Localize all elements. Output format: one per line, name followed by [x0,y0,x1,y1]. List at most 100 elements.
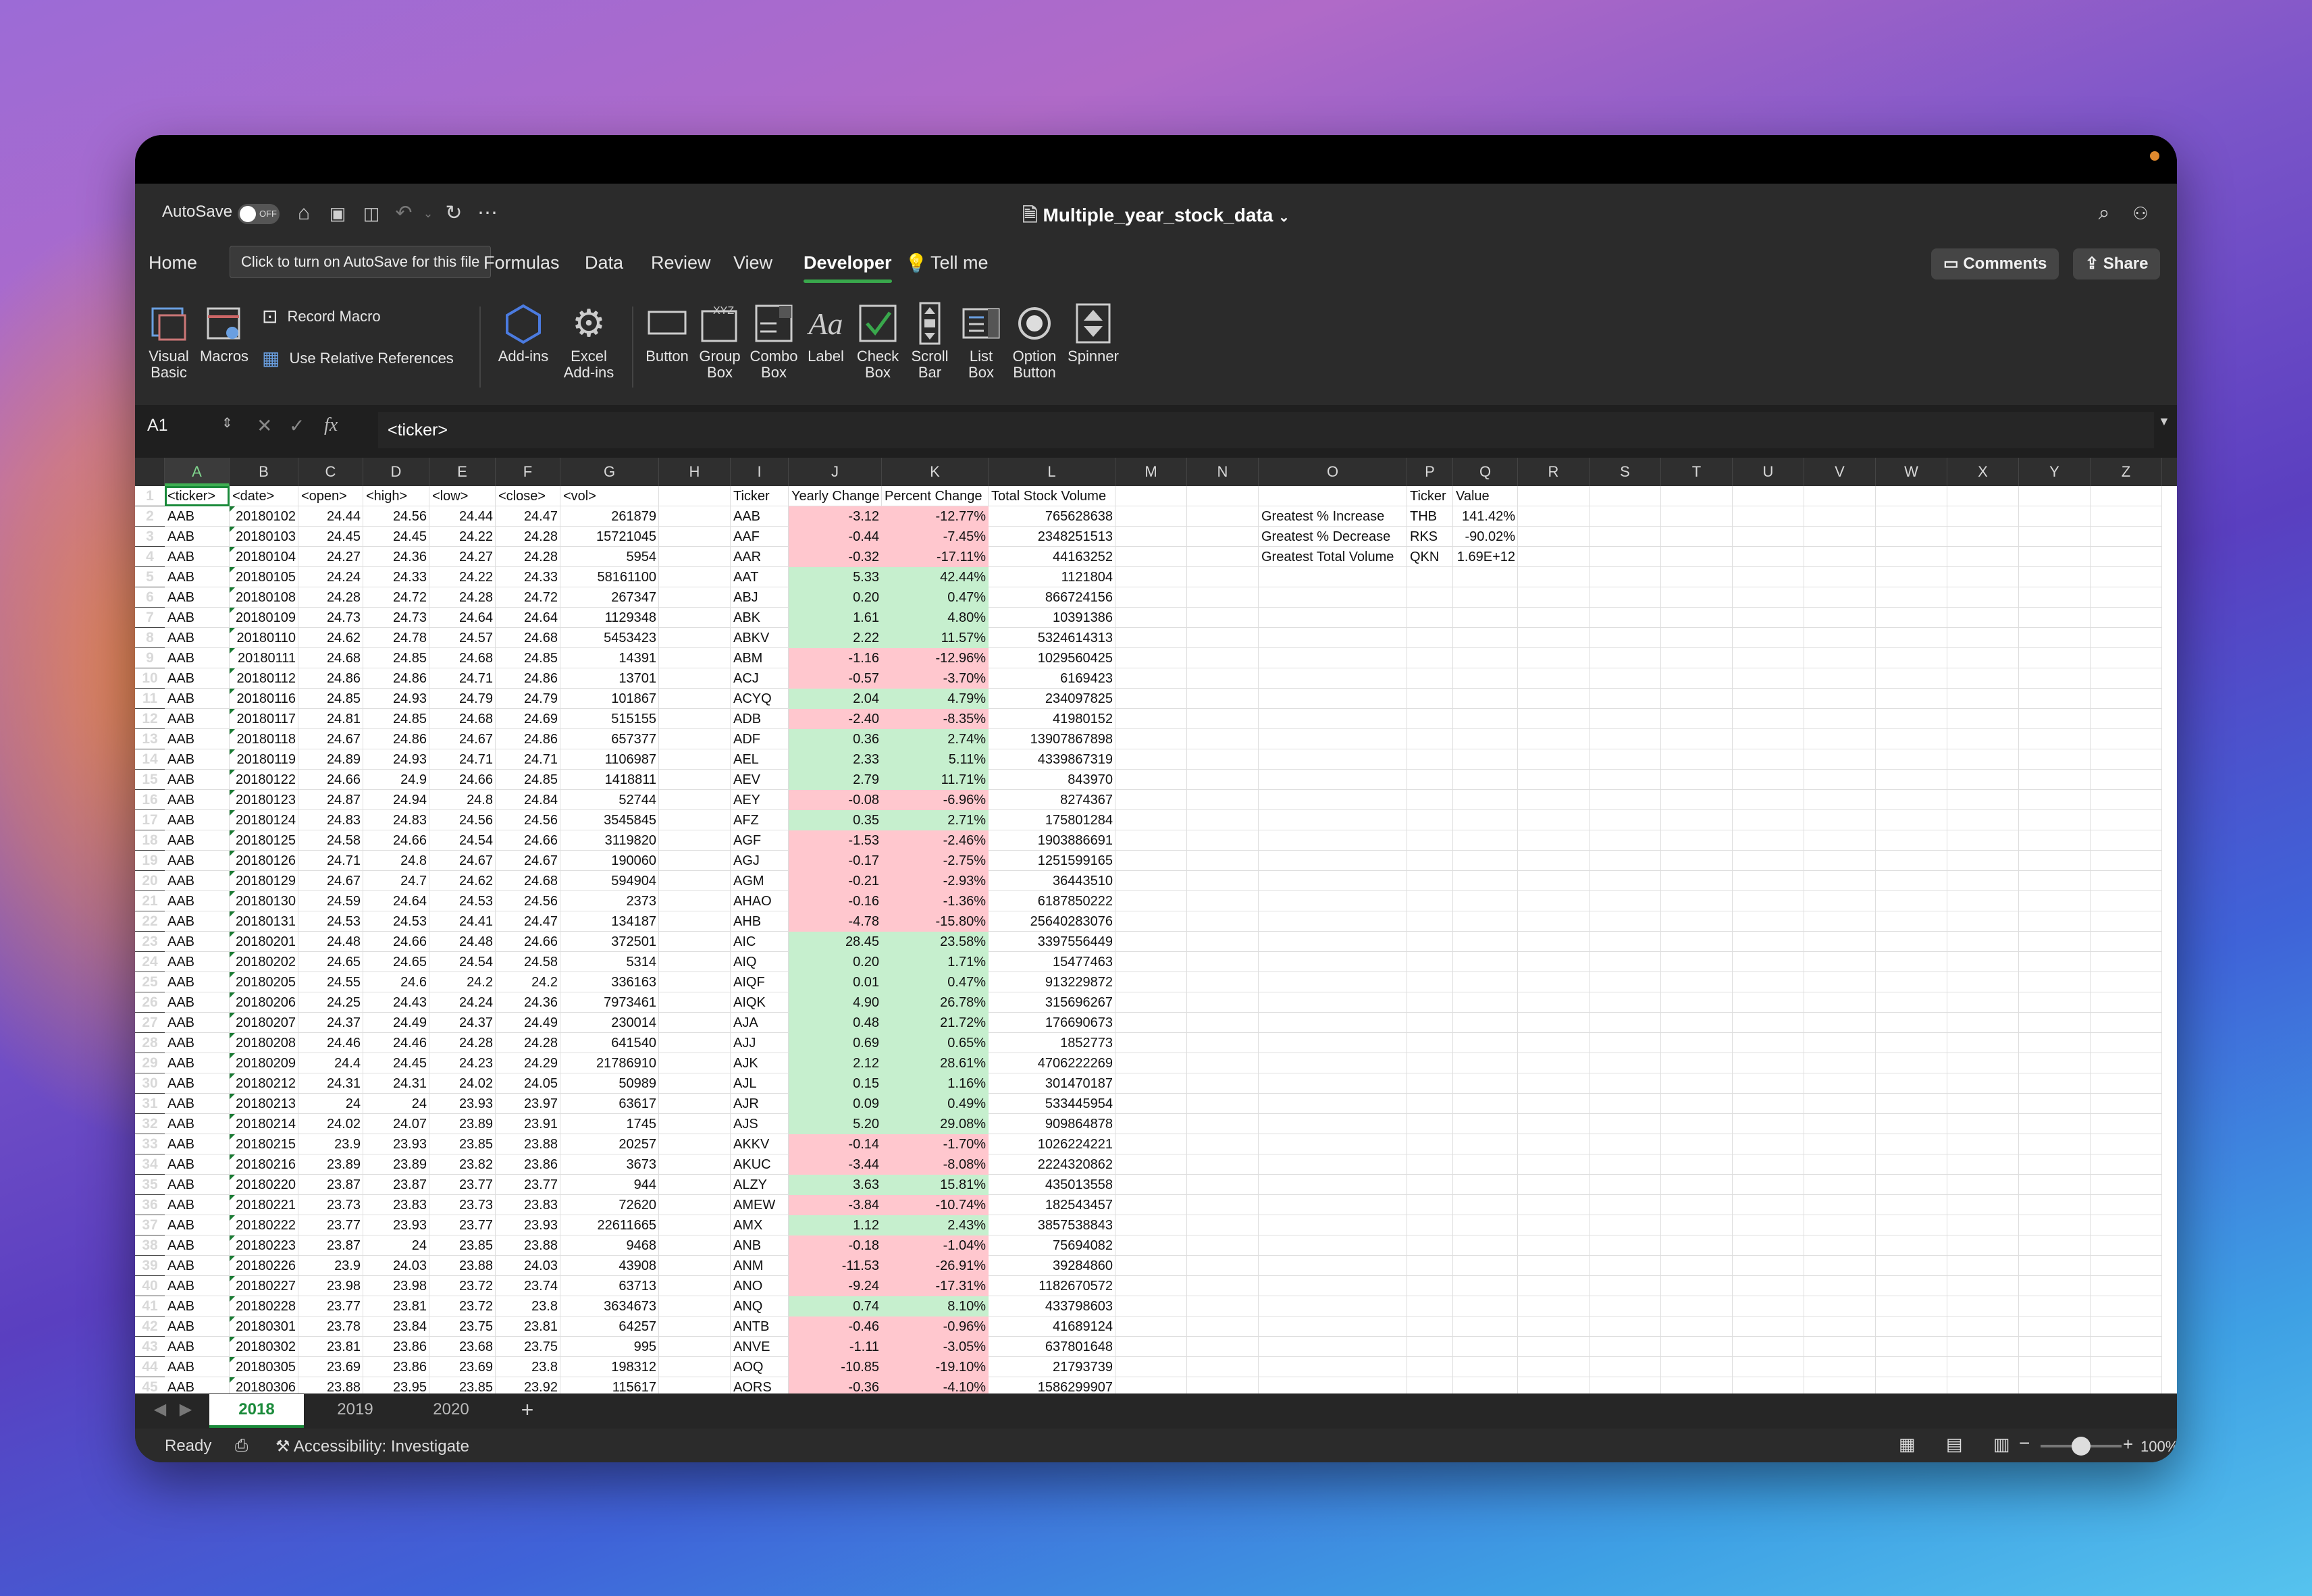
table-cell[interactable]: 24.36 [496,992,560,1013]
summary-ticker-cell[interactable]: ADF [731,729,789,749]
table-cell[interactable]: 24.67 [429,729,496,749]
table-cell[interactable]: 24.62 [429,871,496,891]
yearly-change-cell[interactable]: 5.20 [789,1114,882,1134]
greatest-value-cell[interactable]: 141.42% [1453,506,1518,527]
table-cell[interactable]: AAB [165,1154,230,1175]
table-cell[interactable]: 23.93 [496,1215,560,1235]
table-cell[interactable]: 20180302 [230,1337,298,1357]
row-header[interactable]: 38 [135,1235,165,1256]
summary-ticker-cell[interactable]: AJS [731,1114,789,1134]
table-cell[interactable]: 20180102 [230,506,298,527]
column-header-m[interactable]: M [1115,458,1187,486]
row-header[interactable]: 7 [135,608,165,628]
summary-ticker-cell[interactable]: ANM [731,1256,789,1276]
check-box-control[interactable]: Check Box [853,298,902,381]
total-volume-cell[interactable]: 39284860 [989,1256,1115,1276]
table-cell[interactable]: 24.85 [496,770,560,790]
column-header-y[interactable]: Y [2019,458,2091,486]
total-volume-cell[interactable]: 75694082 [989,1235,1115,1256]
greatest-label-cell[interactable]: Greatest % Decrease [1259,527,1407,547]
table-cell[interactable]: 23.87 [298,1235,363,1256]
table-cell[interactable]: 24.47 [496,506,560,527]
expand-formula-icon[interactable]: ▼ [2158,415,2170,429]
table-cell[interactable]: AAB [165,932,230,952]
total-volume-cell[interactable]: 843970 [989,770,1115,790]
table-cell[interactable]: 24.31 [363,1073,429,1094]
table-cell[interactable]: 24.28 [496,547,560,567]
table-cell[interactable]: 20180207 [230,1013,298,1033]
column-header-i[interactable]: I [731,458,789,486]
total-volume-cell[interactable]: 1026224221 [989,1134,1115,1154]
percent-change-cell[interactable]: 21.72% [882,1013,989,1033]
percent-change-cell[interactable]: 4.80% [882,608,989,628]
table-cell[interactable]: 24.93 [363,749,429,770]
table-cell[interactable]: 23.77 [429,1215,496,1235]
table-cell[interactable]: 24.4 [298,1053,363,1073]
table-cell[interactable]: 657377 [560,729,659,749]
table-cell[interactable]: AAB [165,1235,230,1256]
row-header[interactable]: 45 [135,1377,165,1393]
yearly-change-cell[interactable]: -0.44 [789,527,882,547]
table-cell[interactable]: 20180222 [230,1215,298,1235]
table-cell[interactable]: 23.73 [429,1195,496,1215]
table-cell[interactable]: 23.91 [496,1114,560,1134]
table-cell[interactable]: 24.83 [298,810,363,830]
table-cell[interactable]: 24.2 [496,972,560,992]
table-cell[interactable]: 20180117 [230,709,298,729]
table-cell[interactable]: 23.86 [496,1154,560,1175]
table-cell[interactable]: 24.58 [298,830,363,851]
next-sheet-icon[interactable]: ▶ [176,1394,196,1425]
percent-change-cell[interactable]: 0.47% [882,587,989,608]
row-header[interactable]: 5 [135,567,165,587]
summary-ticker-cell[interactable]: AJL [731,1073,789,1094]
table-cell[interactable]: 24.46 [363,1033,429,1053]
table-cell[interactable]: 24.68 [298,648,363,668]
table-cell[interactable]: 1106987 [560,749,659,770]
table-cell[interactable]: 20180110 [230,628,298,648]
add-ins-button[interactable]: Add-ins [493,298,554,365]
summary-ticker-cell[interactable]: AGM [731,871,789,891]
sheet-tab-2019[interactable]: 2019 [308,1394,402,1425]
column-header-c[interactable]: C [298,458,363,486]
total-volume-cell[interactable]: 435013558 [989,1175,1115,1195]
summary-ticker-cell[interactable]: ABKV [731,628,789,648]
tab-formulas[interactable]: Formulas [483,252,560,273]
use-relative-references-button[interactable]: ▦ Use Relative References [262,347,454,369]
row-header[interactable]: 8 [135,628,165,648]
table-cell[interactable]: 20257 [560,1134,659,1154]
table-cell[interactable]: 24.67 [429,851,496,871]
column-header-v[interactable]: V [1804,458,1876,486]
table-cell[interactable]: 24.49 [363,1013,429,1033]
yearly-change-cell[interactable]: -1.16 [789,648,882,668]
summary-ticker-cell[interactable]: AHAO [731,891,789,911]
table-cell[interactable]: 24.7 [363,871,429,891]
table-cell[interactable]: 23.93 [363,1215,429,1235]
row-header[interactable]: 14 [135,749,165,770]
table-cell[interactable]: 24.43 [363,992,429,1013]
summary-ticker-cell[interactable]: AAT [731,567,789,587]
percent-change-cell[interactable]: 26.78% [882,992,989,1013]
table-cell[interactable]: 3545845 [560,810,659,830]
summary-ticker-cell[interactable]: ALZY [731,1175,789,1195]
total-volume-cell[interactable]: 44163252 [989,547,1115,567]
percent-change-cell[interactable]: -26.91% [882,1256,989,1276]
table-cell[interactable]: 24.27 [298,547,363,567]
column-header-h[interactable]: H [659,458,731,486]
table-cell[interactable]: 24.69 [496,709,560,729]
percent-change-cell[interactable]: 29.08% [882,1114,989,1134]
percent-change-cell[interactable]: -2.93% [882,871,989,891]
table-cell[interactable]: AAB [165,830,230,851]
table-cell[interactable]: 20180122 [230,770,298,790]
percent-change-cell[interactable]: 15.81% [882,1175,989,1195]
table-cell[interactable]: AAB [165,1377,230,1393]
button-control[interactable]: Button [641,298,693,365]
table-cell[interactable]: 24.85 [298,689,363,709]
table-cell[interactable]: 24.68 [496,628,560,648]
table-cell[interactable]: 64257 [560,1316,659,1337]
column-header-o[interactable]: O [1259,458,1407,486]
summary-ticker-cell[interactable]: ANB [731,1235,789,1256]
yearly-change-cell[interactable]: 0.36 [789,729,882,749]
table-cell[interactable]: 3634673 [560,1296,659,1316]
list-box-control[interactable]: List Box [957,298,1005,381]
table-cell[interactable]: 20180202 [230,952,298,972]
